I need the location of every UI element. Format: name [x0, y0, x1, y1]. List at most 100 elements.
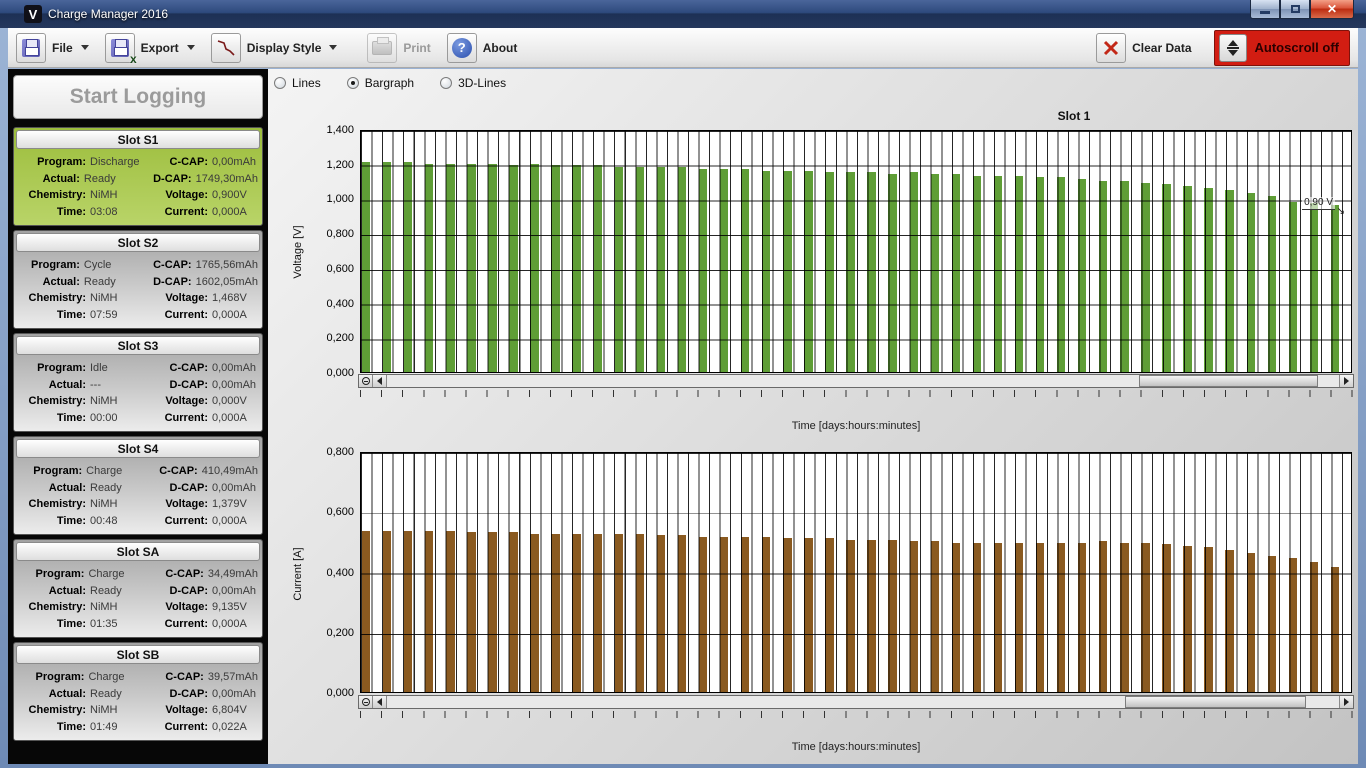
slot-body: Program:CycleC-CAP:1765,56mAhActual:Read…	[14, 254, 262, 328]
voltage-value: 0,900V	[208, 187, 247, 204]
radio-bargraph[interactable]: Bargraph	[347, 76, 414, 90]
ccap-value: 34,49mAh	[204, 566, 258, 583]
dcap-label: D-CAP:	[137, 171, 192, 188]
y-tick-label: 1,400	[310, 124, 354, 136]
y-tick-label: 0,400	[310, 567, 354, 579]
file-button[interactable]: File	[16, 33, 89, 63]
scroll-left-icon[interactable]	[373, 696, 387, 708]
current-value: 0,022A	[208, 719, 247, 736]
autoscroll-icon	[1219, 34, 1247, 62]
slot-row: Chemistry:NiMHVoltage:1,468V	[16, 290, 258, 307]
y-tick-label: 1,200	[310, 159, 354, 171]
voltage-value: 0,000V	[208, 393, 247, 410]
slot-header[interactable]: Slot S4	[16, 439, 260, 458]
chemistry-value: NiMH	[86, 599, 148, 616]
scrollbar-thumb[interactable]	[1125, 696, 1306, 708]
y-tick-label: 1,000	[310, 193, 354, 205]
program-value: Idle	[86, 360, 148, 377]
slot-row: Chemistry:NiMHVoltage:1,379V	[16, 496, 258, 513]
question-icon: ?	[447, 33, 477, 63]
time-value: 00:48	[86, 513, 148, 530]
time-value: 00:00	[86, 410, 148, 427]
slot-row: Time:07:59Current:0,000A	[16, 307, 258, 324]
voltage-label: Voltage:	[148, 187, 208, 204]
chart2-y-axis-label: Current [A]	[292, 519, 304, 629]
slot-row: Actual:---D-CAP:0,00mAh	[16, 377, 258, 394]
chart2-x-axis-label: Time [days:hours:minutes]	[706, 741, 1006, 753]
close-button[interactable]: ✕	[1310, 0, 1354, 19]
zoom-out-icon[interactable]	[359, 375, 373, 387]
program-value: Charge	[82, 463, 141, 480]
scroll-right-icon[interactable]	[1339, 696, 1353, 708]
time-value: 01:49	[86, 719, 148, 736]
current-value: 0,000A	[208, 513, 247, 530]
chemistry-label: Chemistry:	[16, 496, 86, 513]
start-logging-button[interactable]: Start Logging	[13, 75, 263, 119]
chart1-title: Slot 1	[974, 109, 1174, 123]
slot-body: Program:ChargeC-CAP:410,49mAhActual:Read…	[14, 460, 262, 534]
radio-lines[interactable]: Lines	[274, 76, 321, 90]
minimize-button[interactable]	[1250, 0, 1280, 19]
scroll-left-icon[interactable]	[373, 375, 387, 387]
about-button[interactable]: ? About	[447, 33, 518, 63]
slot-header[interactable]: Slot S2	[16, 233, 260, 252]
slot-row: Actual:ReadyD-CAP:1749,30mAh	[16, 171, 258, 188]
radio-3d-lines[interactable]: 3D-Lines	[440, 76, 506, 90]
scrollbar-track[interactable]	[387, 696, 1339, 708]
radio-circle-icon[interactable]	[440, 77, 452, 89]
actual-label: Actual:	[16, 583, 86, 600]
maximize-button[interactable]	[1280, 0, 1310, 19]
scrollbar-track[interactable]	[387, 375, 1339, 387]
voltage-label: Voltage:	[148, 702, 208, 719]
slot-panel-slot-s4[interactable]: Slot S4 Program:ChargeC-CAP:410,49mAhActu…	[13, 436, 263, 535]
gridlines-horizontal	[361, 453, 1351, 692]
actual-value: Ready	[86, 583, 148, 600]
voltage-value: 9,135V	[208, 599, 247, 616]
slot-panel-slot-s2[interactable]: Slot S2 Program:CycleC-CAP:1765,56mAhActu…	[13, 230, 263, 329]
display-style-button[interactable]: Display Style	[211, 33, 338, 63]
slot-header[interactable]: Slot S1	[16, 130, 260, 149]
chart-area: LinesBargraph3D-Lines Slot 1 Voltage [V]…	[268, 69, 1358, 764]
slot-row: Time:01:49Current:0,022A	[16, 719, 258, 736]
slot-row: Time:00:00Current:0,000A	[16, 410, 258, 427]
scrollbar-thumb[interactable]	[1139, 375, 1318, 387]
zoom-out-icon[interactable]	[359, 696, 373, 708]
voltage-label: Voltage:	[148, 496, 208, 513]
current-value: 0,000A	[208, 204, 247, 221]
current-value: 0,000A	[208, 307, 247, 324]
export-button[interactable]: x Export	[105, 33, 195, 63]
title-bar: V Charge Manager 2016 ✕	[0, 0, 1366, 28]
clear-data-button[interactable]: Clear Data	[1096, 33, 1191, 63]
ccap-value: 1765,56mAh	[192, 257, 258, 274]
autoscroll-button[interactable]: Autoscroll off	[1214, 30, 1351, 66]
slot-header[interactable]: Slot S3	[16, 336, 260, 355]
dcap-label: D-CAP:	[148, 583, 208, 600]
chart2-scrollbar[interactable]	[358, 695, 1354, 709]
red-x-icon	[1096, 33, 1126, 63]
slot-panel-slot-s3[interactable]: Slot S3Program:IdleC-CAP:0,00mAhActual:-…	[13, 333, 263, 432]
program-label: Program:	[16, 669, 84, 686]
dcap-value: 0,00mAh	[208, 480, 256, 497]
chart1-x-axis-label: Time [days:hours:minutes]	[706, 420, 1006, 432]
slot-row: Time:01:35Current:0,000A	[16, 616, 258, 633]
ccap-value: 39,57mAh	[204, 669, 258, 686]
app-icon: V	[24, 5, 42, 23]
time-value: 07:59	[86, 307, 148, 324]
slot-panel-slot-s1[interactable]: Slot S1Program:DischargeC-CAP:0,00mAhAct…	[13, 127, 263, 226]
slot-panel-slot-sb[interactable]: Slot SBProgram:ChargeC-CAP:39,57mAhActua…	[13, 642, 263, 741]
slot-header[interactable]: Slot SA	[16, 542, 260, 561]
radio-label: Bargraph	[365, 76, 414, 90]
printer-icon	[367, 33, 397, 63]
slot-panel-slot-sa[interactable]: Slot SAProgram:ChargeC-CAP:34,49mAhActua…	[13, 539, 263, 638]
slot-row: Actual:ReadyD-CAP:1602,05mAh	[16, 274, 258, 291]
slot-row: Actual:ReadyD-CAP:0,00mAh	[16, 686, 258, 703]
slot-row: Actual:ReadyD-CAP:0,00mAh	[16, 583, 258, 600]
voltage-label: Voltage:	[148, 599, 208, 616]
y-tick-label: 0,600	[310, 263, 354, 275]
scroll-right-icon[interactable]	[1339, 375, 1353, 387]
chart1-scrollbar[interactable]	[358, 374, 1354, 388]
radio-circle-icon[interactable]	[347, 77, 359, 89]
slot-header[interactable]: Slot SB	[16, 645, 260, 664]
y-tick-label: 0,600	[310, 506, 354, 518]
radio-circle-icon[interactable]	[274, 77, 286, 89]
